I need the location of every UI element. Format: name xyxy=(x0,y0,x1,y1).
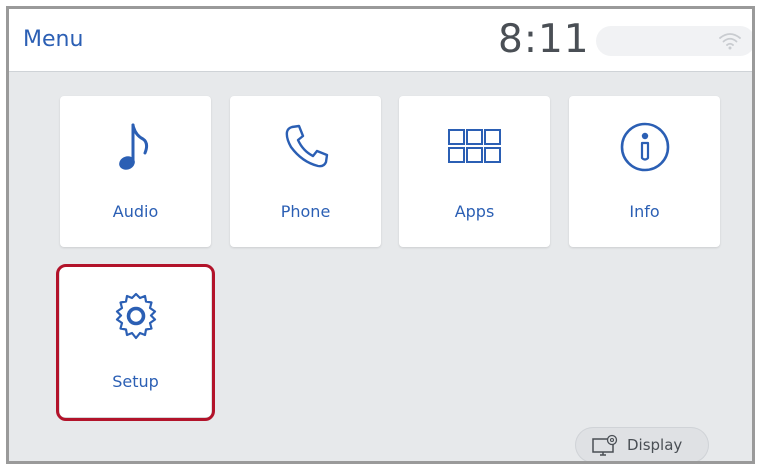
tile-label: Audio xyxy=(112,202,159,221)
tile-label: Setup xyxy=(112,372,159,391)
gear-icon xyxy=(115,292,156,340)
info-tile[interactable]: Info xyxy=(569,96,720,247)
tile-label: Apps xyxy=(454,202,495,221)
apps-grid-icon xyxy=(447,129,501,163)
phone-icon xyxy=(285,124,328,168)
tile-label: Phone xyxy=(280,202,331,221)
apps-tile[interactable]: Apps xyxy=(399,96,550,247)
info-icon xyxy=(620,122,669,172)
tile-label: Info xyxy=(629,202,660,221)
status-bar xyxy=(596,26,752,56)
display-settings-icon xyxy=(592,434,618,456)
wifi-icon xyxy=(719,33,741,50)
display-button-label: Display xyxy=(627,436,683,454)
page-title: Menu xyxy=(23,27,84,52)
display-button[interactable]: Display xyxy=(575,427,709,461)
audio-tile[interactable]: Audio xyxy=(60,96,211,247)
phone-tile[interactable]: Phone xyxy=(230,96,381,247)
clock: 8:11 xyxy=(498,17,590,62)
head-unit-screen: Menu 8:11 Audio Phone Apps Info Setup Di… xyxy=(6,6,755,464)
header-bar: Menu 8:11 xyxy=(9,9,752,72)
setup-tile[interactable]: Setup xyxy=(60,266,211,417)
music-note-icon xyxy=(118,123,148,170)
